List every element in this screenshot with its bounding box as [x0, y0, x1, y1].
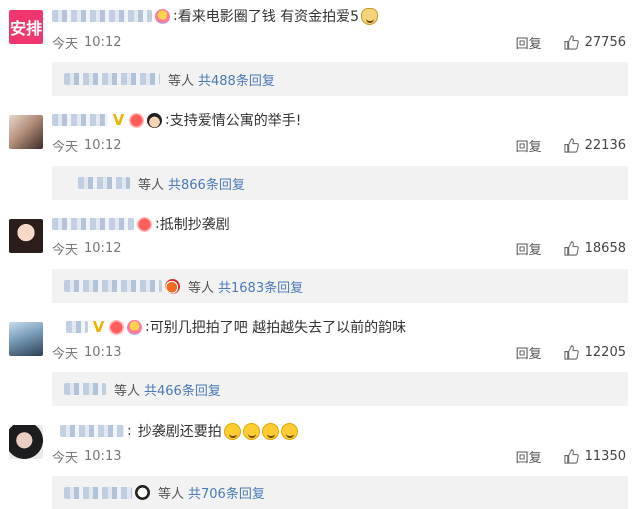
reply-total-link[interactable]: 共866条回复 — [168, 174, 245, 193]
like-count: 27756 — [584, 34, 626, 50]
timestamp-time: 10:12 — [84, 34, 122, 50]
vip-v-badge-icon: V — [112, 110, 125, 129]
comment-text: 可别几把拍了吧 越拍越失去了以前的韵味 — [149, 320, 407, 336]
replier-names-blurred — [64, 486, 132, 499]
timestamp-day: 今天 — [52, 242, 79, 258]
reply-button[interactable]: 回复 — [516, 33, 542, 52]
comment-actions: 回复 11350 — [516, 447, 626, 466]
comment-text: 看来电影圈了钱 有资金拍爱5 — [177, 9, 360, 25]
comment-text: 抄袭剧还要拍 — [137, 424, 222, 440]
comment-meta: 今天 10:13 — [52, 343, 122, 362]
like-count: 11350 — [584, 448, 626, 464]
weibo-badge-icon — [165, 278, 180, 294]
panda-badge-icon — [135, 485, 150, 500]
comment-actions: 回复 18658 — [516, 239, 626, 258]
avatar[interactable] — [9, 322, 43, 356]
timestamp-time: 10:13 — [84, 448, 122, 464]
reply-etc-label: 等人 — [188, 280, 215, 296]
dog-emoji-icon — [361, 7, 379, 25]
lightbulb-badge-icon — [127, 319, 142, 335]
comment-actions: 回复 12205 — [516, 343, 626, 362]
reply-summary[interactable]: 等人 共866条回复 — [52, 166, 628, 200]
reply-summary[interactable]: 等人 共488条回复 — [52, 62, 628, 96]
reply-summary[interactable]: 等人 共1683条回复 — [52, 269, 628, 303]
reply-etc-label: 等人 — [158, 487, 185, 502]
vip-v-badge-icon: V — [92, 317, 105, 336]
thumbs-up-icon[interactable] — [564, 448, 579, 464]
sweat-smile-emoji-icon — [242, 422, 260, 440]
reply-total-link[interactable]: 共706条回复 — [188, 483, 265, 502]
heart-badge-icon — [129, 112, 144, 128]
like-count: 22136 — [584, 137, 626, 153]
comment-actions: 回复 27756 — [516, 33, 626, 52]
username-blurred[interactable] — [52, 218, 134, 230]
avatar[interactable] — [9, 115, 43, 149]
thumbs-up-icon[interactable] — [564, 34, 579, 50]
sweat-smile-emoji-icon — [280, 422, 298, 440]
comment-header: : 抵制抄袭剧 — [52, 214, 230, 234]
reply-button[interactable]: 回复 — [516, 239, 542, 258]
sweat-smile-emoji-icon — [223, 422, 241, 440]
reply-total-link[interactable]: 共488条回复 — [198, 70, 275, 89]
comment-actions: 回复 22136 — [516, 136, 626, 155]
heart-badge-icon — [137, 216, 152, 232]
replier-names-blurred — [64, 383, 106, 395]
comment-meta: 今天 10:12 — [52, 33, 122, 52]
comment-header: : 抄袭剧还要拍 — [52, 421, 298, 441]
timestamp-day: 今天 — [52, 139, 79, 155]
sweat-smile-emoji-icon — [261, 422, 279, 440]
timestamp-time: 10:12 — [84, 137, 122, 153]
reply-button[interactable]: 回复 — [516, 447, 542, 466]
timestamp-day: 今天 — [52, 346, 79, 362]
comment-meta: 今天 10:12 — [52, 239, 122, 258]
timestamp-time: 10:12 — [84, 240, 122, 256]
replier-names-blurred — [64, 280, 162, 292]
replier-names-blurred — [64, 73, 160, 85]
avatar[interactable] — [9, 425, 43, 459]
timestamp-day: 今天 — [52, 36, 79, 52]
username-blurred[interactable] — [66, 321, 88, 333]
timestamp-time: 10:13 — [84, 344, 122, 360]
thumbs-up-icon[interactable] — [564, 240, 579, 256]
reply-etc-label: 等人 — [138, 177, 165, 193]
reply-etc-label: 等人 — [168, 73, 195, 89]
reply-summary[interactable]: 等人 共706条回复 — [52, 476, 628, 509]
replier-names-blurred — [78, 177, 130, 189]
thumbs-up-icon[interactable] — [564, 137, 579, 153]
avatar[interactable] — [9, 219, 43, 253]
reply-button[interactable]: 回复 — [516, 136, 542, 155]
like-count: 12205 — [584, 344, 626, 360]
comment-meta: 今天 10:12 — [52, 136, 122, 155]
username-blurred[interactable] — [52, 10, 152, 22]
comment-text: 支持爱情公寓的举手! — [169, 113, 302, 129]
username-blurred[interactable] — [52, 114, 108, 126]
thumbs-up-icon[interactable] — [564, 344, 579, 360]
reply-etc-label: 等人 — [114, 383, 141, 399]
reply-total-link[interactable]: 共1683条回复 — [218, 277, 303, 296]
face-badge-icon — [147, 112, 162, 128]
reply-total-link[interactable]: 共466条回复 — [144, 380, 221, 399]
comment-meta: 今天 10:13 — [52, 447, 122, 466]
comment-text: 抵制抄袭剧 — [159, 217, 230, 233]
reply-summary[interactable]: 等人 共466条回复 — [52, 372, 628, 406]
avatar[interactable]: 安排 — [9, 10, 43, 44]
heart-badge-icon — [109, 319, 124, 335]
timestamp-day: 今天 — [52, 450, 79, 466]
lightbulb-badge-icon — [155, 8, 170, 24]
reply-button[interactable]: 回复 — [516, 343, 542, 362]
comment-header: V : 可别几把拍了吧 越拍越失去了以前的韵味 — [52, 317, 406, 337]
comment-header: V : 支持爱情公寓的举手! — [52, 110, 301, 130]
username-blurred[interactable] — [60, 425, 124, 437]
like-count: 18658 — [584, 240, 626, 256]
comment-header: : 看来电影圈了钱 有资金拍爱5 — [52, 6, 379, 26]
avatar-brand-text: 安排 — [9, 19, 42, 38]
